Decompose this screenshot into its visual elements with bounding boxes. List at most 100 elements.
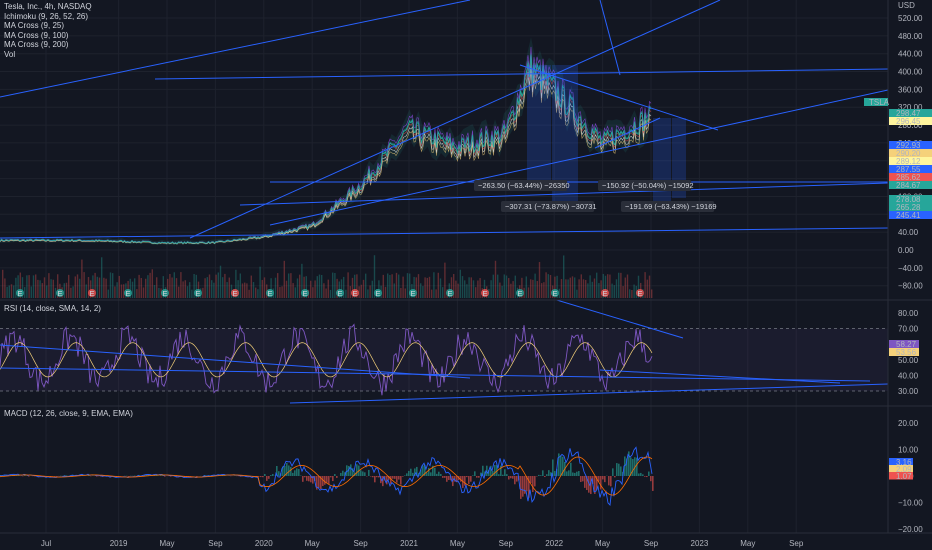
indicator-ma-cross-9-100[interactable]: MA Cross (9, 100) [4, 31, 92, 41]
macd-legend[interactable]: MACD (12, 26, close, 9, EMA, EMA) [4, 409, 133, 418]
volume-bar [347, 272, 349, 298]
volume-bar [65, 282, 68, 298]
macd-histogram-bar [374, 476, 376, 483]
volume-bar [384, 286, 387, 298]
macd-histogram-bar [330, 476, 332, 478]
main-legend[interactable]: Tesla, Inc., 4h, NASDAQ Ichimoku (9, 26,… [4, 2, 92, 60]
macd-histogram-bar [494, 464, 496, 476]
volume-bar [30, 286, 32, 298]
volume-bar [598, 283, 600, 298]
volume-bar [296, 278, 299, 298]
indicator-volume[interactable]: Vol [4, 50, 92, 60]
time-tick-label: May [159, 539, 174, 548]
pane-separators[interactable] [0, 0, 932, 534]
volume-bar [140, 278, 142, 298]
volume-bar [63, 283, 65, 298]
volume-bar [85, 284, 87, 298]
macd-histogram-bar [322, 476, 324, 487]
volume-bar [431, 289, 433, 298]
earnings-marker-text: E [267, 289, 272, 298]
macd-histogram-bar [422, 465, 424, 476]
grid-lines [0, 0, 888, 533]
indicator-ichimoku[interactable]: Ichimoku (9, 26, 52, 26) [4, 12, 92, 22]
volume-bar [369, 285, 371, 298]
volume-bar [169, 273, 171, 298]
earnings-marker-text: E [337, 289, 342, 298]
price-axis-label: 284.67 [889, 181, 932, 190]
macd-histogram-bar [306, 476, 308, 481]
volume-bar [226, 282, 228, 298]
volume-bar [248, 289, 250, 298]
volume-bar [184, 280, 186, 298]
rsi-pane[interactable] [0, 298, 888, 404]
volume-bar [151, 269, 153, 298]
macd-histogram-bar [410, 468, 412, 476]
volume-bar [107, 289, 109, 298]
measurement-label: −191.69 (−63.43%) −19169 [621, 201, 717, 212]
macd-histogram-bar [638, 473, 640, 476]
volume-bar [497, 274, 499, 298]
volume-bar [532, 279, 534, 298]
volume-bar [246, 283, 248, 298]
volume-bar [536, 281, 538, 298]
volume-bar [312, 287, 314, 298]
volume-bar [68, 274, 70, 298]
symbol-tag-text: TSLA [869, 98, 890, 107]
volume-bar [35, 274, 37, 298]
time-tick-label: Sep [644, 539, 659, 548]
macd-histogram-bar [304, 476, 306, 478]
price-axis[interactable]: −80.00−40.000.0040.0080.00120.00160.0020… [864, 14, 932, 534]
macd-histogram-bar [392, 476, 394, 479]
symbol-title[interactable]: Tesla, Inc., 4h, NASDAQ [4, 2, 92, 12]
measurement-label-text: −191.69 (−63.43%) −19169 [625, 202, 717, 211]
macd-histogram-bar [350, 464, 352, 476]
earnings-marker: E [336, 289, 344, 298]
earnings-marker-text: E [89, 289, 94, 298]
volume-bar [349, 286, 351, 298]
measurement-label: −150.92 (−50.04%) −15092 [598, 180, 694, 191]
volume-bar [219, 265, 222, 298]
measurement-label-text: −263.50 (−63.44%) −26350 [478, 181, 570, 190]
macd-histogram-bar [278, 471, 280, 476]
volume-bar [503, 274, 505, 298]
volume-bar [202, 287, 204, 298]
time-tick-label: Sep [789, 539, 804, 548]
volume-bar [574, 277, 576, 298]
rsi-legend[interactable]: RSI (14, close, SMA, 14, 2) [4, 304, 101, 313]
earnings-marker-text: E [162, 289, 167, 298]
volume-bar [138, 274, 140, 298]
volume-bar [538, 262, 541, 298]
macd-tick-label: 20.00 [898, 419, 919, 428]
volume-bar [26, 275, 28, 298]
tradingview-chart[interactable]: −263.50 (−63.44%) −26350 −307.31 (−73.87%… [0, 0, 932, 550]
macd-histogram-bar [574, 472, 576, 476]
volume-bar [435, 289, 437, 298]
indicator-ma-cross-9-200[interactable]: MA Cross (9, 200) [4, 40, 92, 50]
time-axis[interactable]: Jul 2019 May Sep 2020 May Sep 2021 May Sep 2022 May… [41, 539, 804, 548]
volume-bar [112, 273, 114, 298]
volume-bar [54, 287, 57, 298]
symbol-tag: TSLA [864, 98, 890, 107]
macd-histogram-bar [446, 476, 448, 482]
macd-histogram-bar [264, 473, 266, 476]
volume-bar [391, 274, 393, 298]
volume-bar [145, 278, 147, 298]
volume-bar [239, 273, 241, 298]
macd-histogram-bar [584, 476, 586, 488]
macd-histogram-bar [326, 476, 328, 483]
volume-bar [241, 283, 244, 298]
price-tick-label: 520.00 [898, 14, 923, 23]
volume-bar [567, 279, 569, 298]
price-pane[interactable]: −263.50 (−63.44%) −26350 −307.31 (−73.87%… [0, 0, 888, 298]
macd-histogram-bar [560, 455, 562, 476]
volume-bar [321, 274, 323, 298]
volume-bar [651, 289, 653, 298]
macd-histogram-bar [640, 472, 642, 476]
price-tick-label: 400.00 [898, 68, 923, 77]
volume-bar [371, 280, 373, 298]
earnings-marker: E [481, 289, 489, 298]
earnings-marker: E [446, 289, 454, 298]
indicator-ma-cross-9-25[interactable]: MA Cross (9, 25) [4, 21, 92, 31]
macd-pane[interactable] [0, 446, 654, 506]
trendline [154, 68, 888, 80]
